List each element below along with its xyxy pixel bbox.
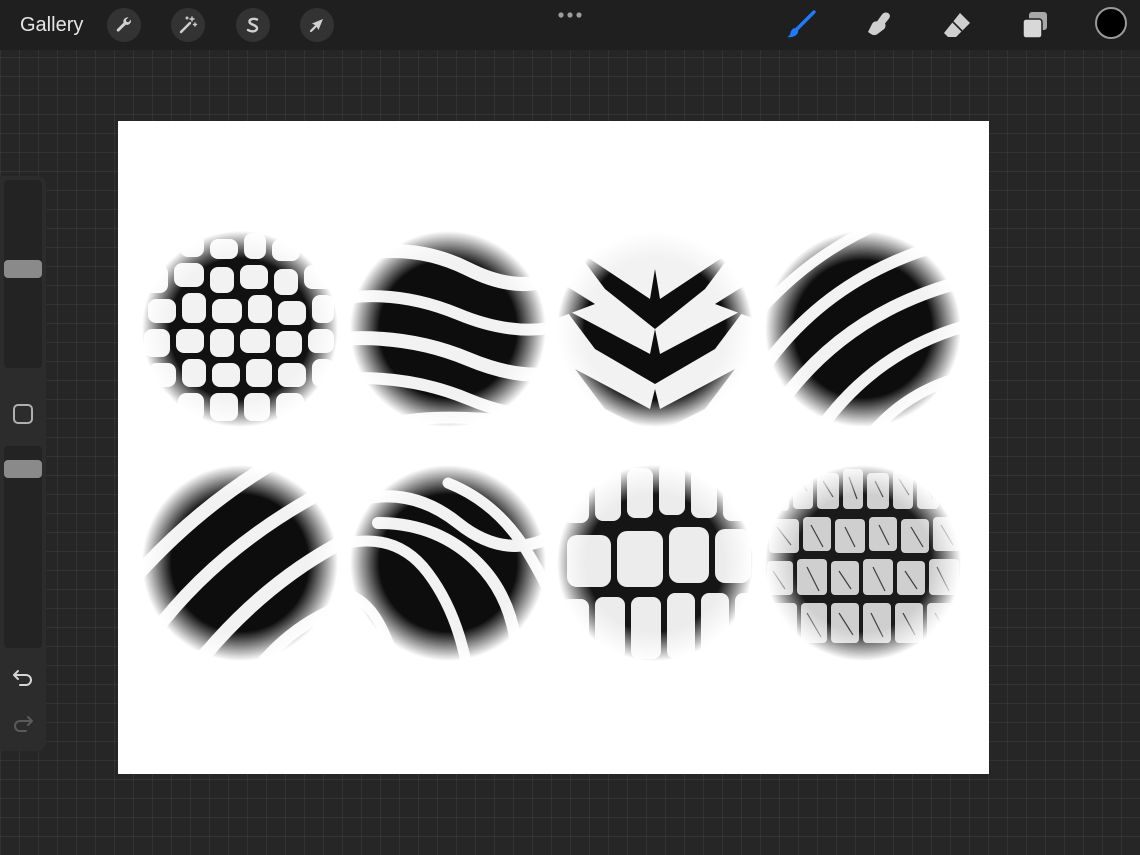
zebra-stripes-diagonal-stamp bbox=[348, 229, 548, 429]
modify-button[interactable] bbox=[13, 404, 33, 424]
left-sidebar bbox=[0, 176, 46, 751]
giraffe-pattern-stamp bbox=[140, 229, 340, 429]
eraser-tool-button[interactable] bbox=[940, 8, 974, 42]
selection-button[interactable] bbox=[236, 8, 270, 42]
undo-arrow-icon bbox=[13, 670, 32, 686]
adjustments-button[interactable] bbox=[171, 8, 205, 42]
drawing-canvas[interactable] bbox=[118, 121, 989, 774]
selection-s-icon bbox=[246, 17, 259, 33]
brush-icon bbox=[787, 10, 816, 38]
actions-button[interactable] bbox=[107, 8, 141, 42]
color-picker-button[interactable] bbox=[1095, 7, 1127, 39]
transform-button[interactable] bbox=[300, 8, 334, 42]
crocodile-skin-cracked-stamp bbox=[763, 463, 963, 663]
ellipsis-icon bbox=[558, 12, 582, 18]
redo-arrow-icon bbox=[14, 716, 33, 732]
zebra-stripes-bold-stamp bbox=[140, 463, 340, 663]
zebra-stripes-curved-stamp bbox=[763, 229, 963, 429]
undo-button[interactable] bbox=[10, 664, 36, 690]
wrench-icon bbox=[116, 17, 131, 32]
brush-size-handle[interactable] bbox=[4, 260, 42, 278]
paint-tool-button[interactable] bbox=[784, 8, 818, 42]
zebra-stripes-wavy-stamp bbox=[348, 463, 548, 663]
layers-button[interactable] bbox=[1018, 8, 1052, 42]
layers-icon bbox=[1022, 12, 1047, 39]
redo-button[interactable] bbox=[10, 710, 36, 736]
smudge-finger-icon bbox=[868, 12, 890, 36]
eraser-icon bbox=[944, 13, 970, 37]
opacity-handle[interactable] bbox=[4, 460, 42, 478]
top-toolbar: Gallery bbox=[0, 0, 1140, 50]
arrow-cursor-icon bbox=[309, 19, 323, 33]
magic-wand-icon bbox=[179, 16, 198, 34]
tiger-chevron-stamp bbox=[555, 229, 755, 429]
smudge-tool-button[interactable] bbox=[862, 8, 896, 42]
crocodile-scales-stamp bbox=[555, 463, 755, 663]
gallery-button[interactable]: Gallery bbox=[20, 12, 83, 38]
more-options-button[interactable] bbox=[556, 8, 584, 20]
